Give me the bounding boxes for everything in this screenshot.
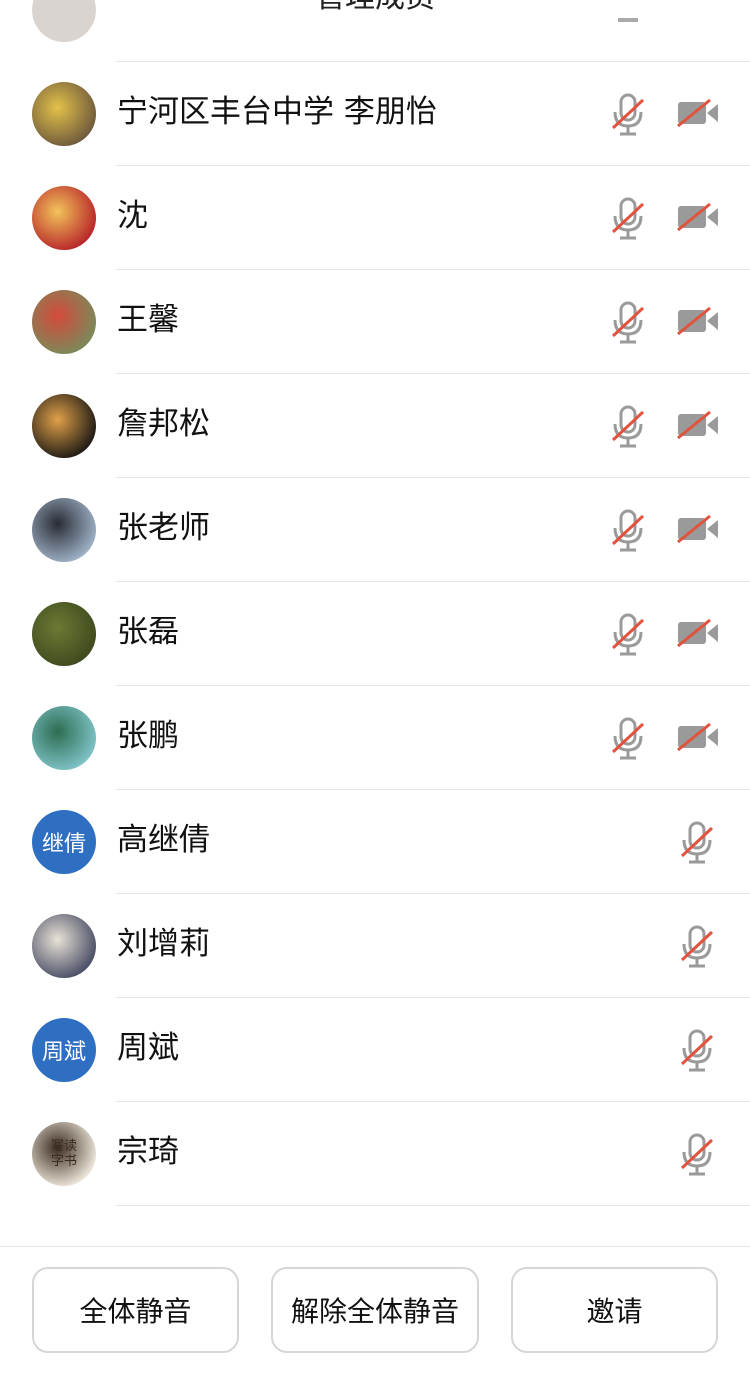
camera-off-icon[interactable] [676,616,720,650]
participant-name: 高继倩 [117,822,210,858]
mic-muted-icon[interactable] [677,924,717,970]
avatar-text: 周斌 [32,1018,96,1082]
participant-name: 刘增莉 [117,926,210,962]
avatar [32,82,96,146]
invite-button[interactable]: 邀请 [511,1267,718,1353]
participant-name: 沈 [117,198,148,234]
camera-off-icon[interactable] [676,720,720,754]
camera-off-icon[interactable] [676,304,720,338]
mic-muted-icon[interactable] [608,300,648,346]
participant-name: 王馨 [117,302,179,338]
avatar [32,186,96,250]
camera-off-icon[interactable] [676,408,720,442]
participant-row[interactable]: 詹邦松 [0,374,750,478]
mic-muted-icon[interactable] [677,820,717,866]
participant-row[interactable]: 宁河区丰台中学 李朋怡 [0,62,750,166]
mute-all-button[interactable]: 全体静音 [32,1267,239,1353]
avatar [32,706,96,770]
mic-muted-icon[interactable] [608,404,648,450]
participant-row[interactable]: 周斌 周斌 [0,998,750,1102]
page-title: 管理成员 [0,0,750,16]
footer-divider [0,1246,750,1247]
participant-name: 张鹏 [117,718,179,754]
participant-row[interactable]: 张老师 [0,478,750,582]
participant-row[interactable]: 王馨 [0,270,750,374]
avatar: 写读字书 [32,1122,96,1186]
avatar [32,498,96,562]
close-icon[interactable]: × [687,0,712,3]
participant-name: 宁河区丰台中学 李朋怡 [117,94,437,130]
mic-muted-icon[interactable] [677,1028,717,1074]
mic-muted-icon[interactable] [608,612,648,658]
avatar [32,914,96,978]
avatar [32,290,96,354]
participant-name: 宗琦 [117,1134,179,1170]
camera-off-icon[interactable] [676,512,720,546]
participant-name: 詹邦松 [117,406,210,442]
mic-muted-icon[interactable] [608,196,648,242]
row-divider [116,1205,750,1206]
mic-muted-icon[interactable] [608,92,648,138]
participant-name: 张老师 [117,510,210,546]
unmute-all-button[interactable]: 解除全体静音 [271,1267,479,1353]
mic-muted-icon[interactable] [677,1132,717,1178]
camera-off-icon[interactable] [676,96,720,130]
avatar [32,602,96,666]
participant-name: 张磊 [117,614,179,650]
participant-row[interactable]: 张鹏 [0,686,750,790]
avatar [32,0,96,42]
participant-row[interactable]: 刘增莉 [0,894,750,998]
camera-off-icon[interactable] [676,200,720,234]
participant-row[interactable]: 张磊 [0,582,750,686]
avatar-calligraphy: 写读字书 [50,1139,77,1169]
avatar-text: 继倩 [32,810,96,874]
participant-list: 宁河区丰台中学 李朋怡 沈 王馨 詹邦松 张老师 张磊 张鹏 继倩 高继倩 刘增… [0,62,750,1206]
header-bar: 管理成员 × [0,0,750,26]
participant-row[interactable]: 继倩 高继倩 [0,790,750,894]
mic-muted-icon[interactable] [608,716,648,762]
participant-name: 周斌 [117,1030,179,1066]
participant-row[interactable]: 写读字书 宗琦 [0,1102,750,1206]
mic-muted-icon[interactable] [618,18,638,22]
mic-muted-icon[interactable] [608,508,648,554]
participant-row[interactable]: 沈 [0,166,750,270]
avatar [32,394,96,458]
